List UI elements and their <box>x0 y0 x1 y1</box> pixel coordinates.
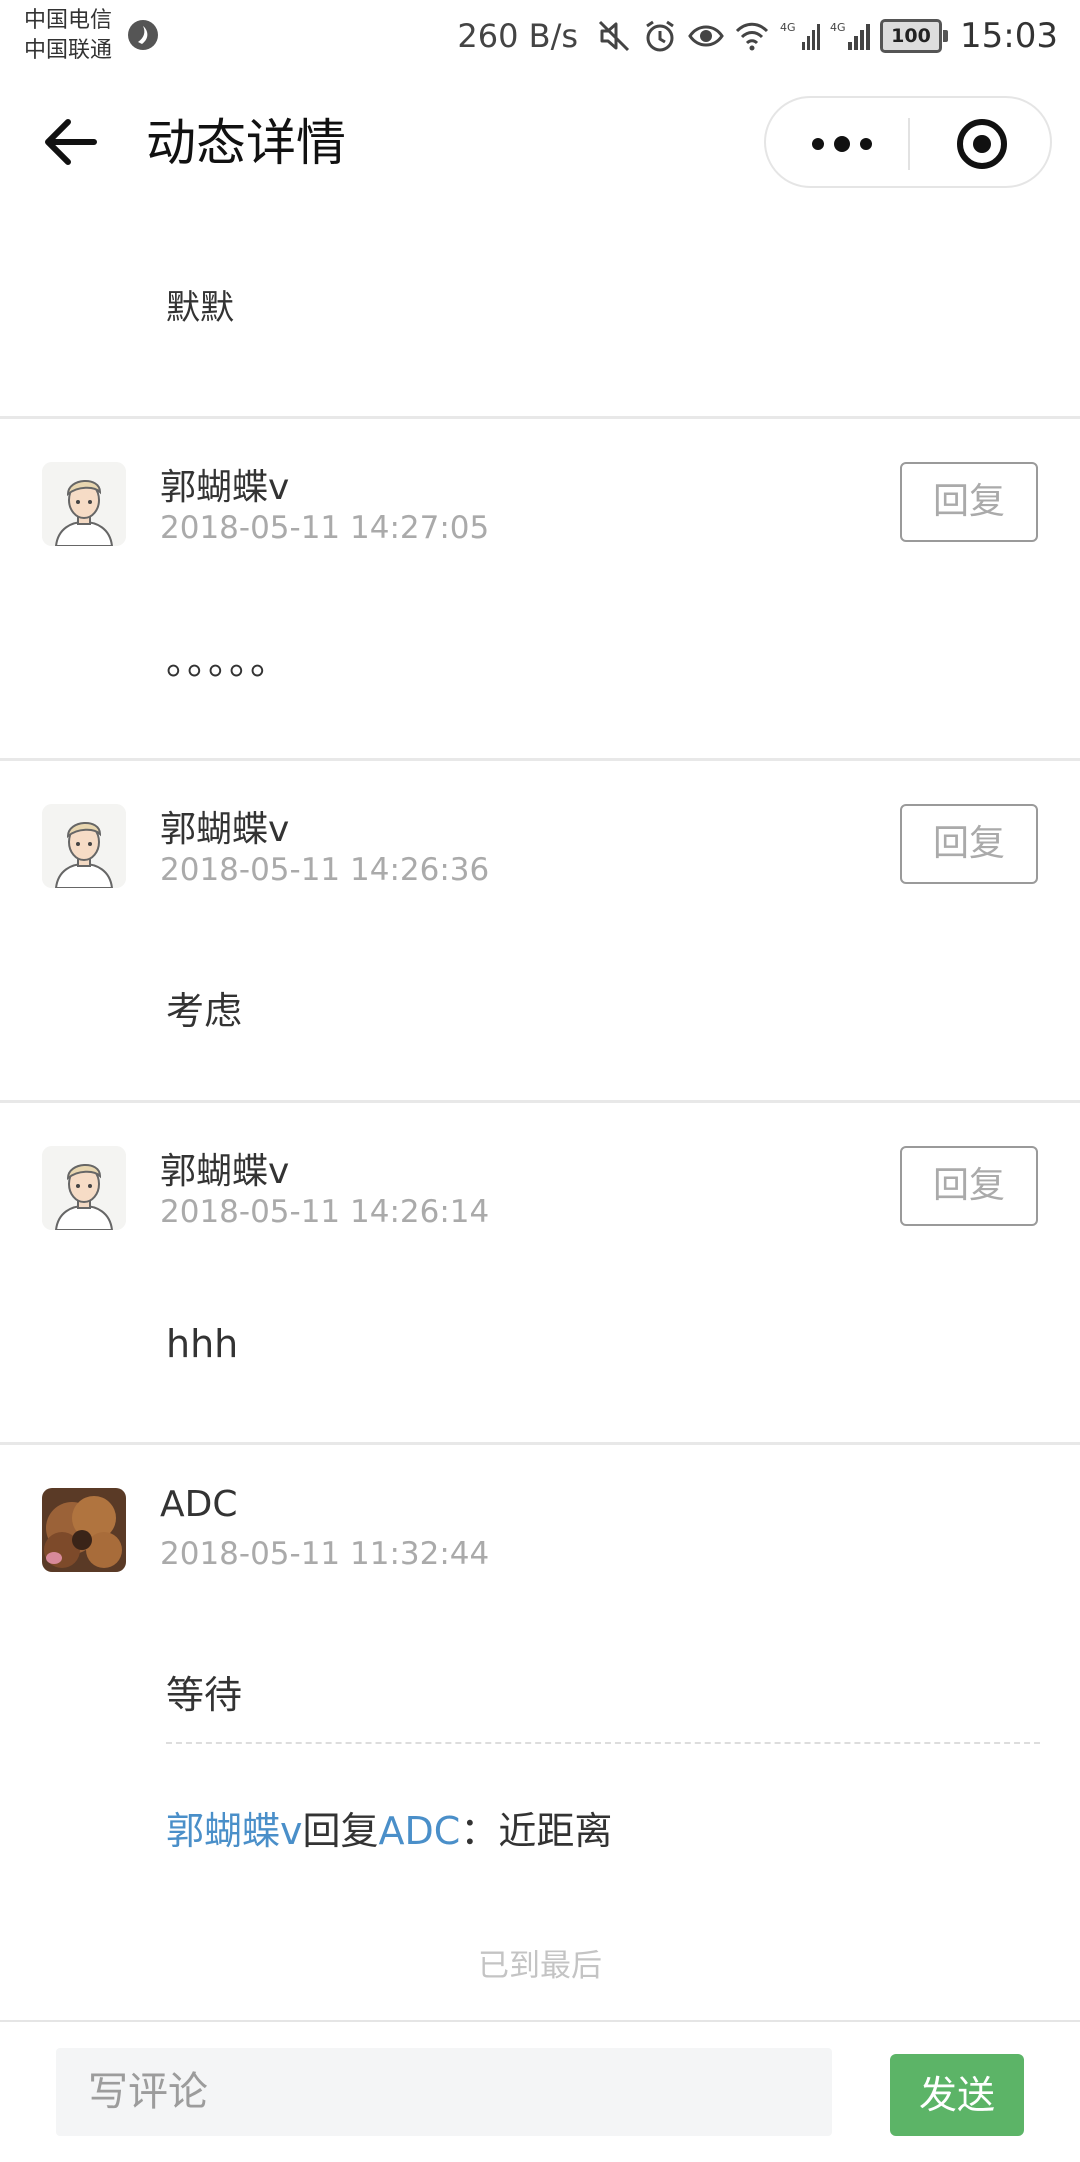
comment-composer: 发送 <box>0 2020 1080 2162</box>
sub-reply-verb: 回复 <box>302 1809 379 1853</box>
cartoon-man-avatar-icon <box>42 462 126 546</box>
status-icons: 260 B/s 4G 4G 100 15:03 <box>457 14 1058 58</box>
avatar[interactable] <box>42 1488 126 1572</box>
comment-timestamp: 2018-05-11 11:32:44 <box>160 1536 490 1572</box>
comment-timestamp: 2018-05-11 14:26:36 <box>160 852 490 888</box>
comment-author[interactable]: 郭蝴蝶v <box>160 800 289 852</box>
comment-timestamp: 2018-05-11 14:27:05 <box>160 510 490 546</box>
send-button[interactable]: 发送 <box>890 2054 1024 2136</box>
menu-capsule <box>764 96 1052 188</box>
network-speed: 260 B/s <box>457 17 579 55</box>
comment-item: 郭蝴蝶v 2018-05-11 14:26:14 回复 hhh <box>0 1102 1080 1442</box>
signal-icon-2: 4G <box>830 21 871 50</box>
avatar[interactable] <box>42 1146 126 1230</box>
avatar[interactable] <box>42 462 126 546</box>
sub-reply-colon: ： <box>460 1809 499 1853</box>
sub-reply: 郭蝴蝶v回复ADC：近距离 <box>166 1800 612 1855</box>
more-dots-icon[interactable] <box>806 118 878 170</box>
comment-item: 郭蝴蝶v 2018-05-11 14:27:05 回复 。。。。。 <box>0 418 1080 758</box>
signal-icon-1: 4G <box>780 21 821 50</box>
post-content: 默默 <box>166 288 234 328</box>
eye-icon <box>688 25 724 47</box>
comment-author[interactable]: 郭蝴蝶v <box>160 1142 289 1194</box>
page-title: 动态详情 <box>146 114 346 172</box>
carrier-name-1: 中国电信 <box>24 8 113 33</box>
comment-text: 等待 <box>166 1673 243 1717</box>
status-bar: 中国电信 中国联通 260 B/s 4G 4G 100 15:03 <box>0 0 1080 72</box>
sub-reply-target-link[interactable]: ADC <box>379 1809 461 1853</box>
clock-time: 15:03 <box>960 16 1058 56</box>
alarm-icon <box>646 20 674 52</box>
comment-input[interactable] <box>56 2048 832 2136</box>
sub-reply-text: 近距离 <box>498 1809 613 1853</box>
sub-reply-separator <box>166 1742 1040 1744</box>
cartoon-man-avatar-icon <box>42 1146 126 1230</box>
arrow-left-icon[interactable] <box>42 116 100 168</box>
carrier-name-2: 中国联通 <box>24 38 113 63</box>
cartoon-man-avatar-icon <box>42 804 126 888</box>
carrier-info: 中国电信 中国联通 <box>24 6 112 66</box>
comment-item: ADC 2018-05-11 11:32:44 等待 <box>0 1444 1080 1784</box>
svg-text:4G: 4G <box>780 21 796 34</box>
reply-button[interactable]: 回复 <box>900 462 1038 542</box>
comment-author[interactable]: 郭蝴蝶v <box>160 458 289 510</box>
sub-reply-author-link[interactable]: 郭蝴蝶v <box>166 1809 303 1853</box>
reply-button[interactable]: 回复 <box>900 804 1038 884</box>
avatar[interactable] <box>42 804 126 888</box>
target-circle-icon[interactable] <box>954 116 1010 172</box>
comment-item: 郭蝴蝶v 2018-05-11 14:26:36 回复 考虑 <box>0 760 1080 1100</box>
battery-icon: 100 <box>880 19 949 53</box>
comment-timestamp: 2018-05-11 14:26:14 <box>160 1194 490 1230</box>
reply-button[interactable]: 回复 <box>900 1146 1038 1226</box>
dog-photo-avatar-icon <box>42 1488 126 1572</box>
comment-text: 考虑 <box>166 989 243 1033</box>
comment-text: hhh <box>166 1322 239 1366</box>
comment-author[interactable]: ADC <box>160 1484 237 1525</box>
wifi-icon <box>735 22 769 51</box>
comment-text: 。。。。。 <box>166 639 291 683</box>
capsule-divider <box>908 118 910 170</box>
carrier-logo-icon <box>128 20 158 50</box>
end-of-list-text: 已到最后 <box>478 1948 602 1984</box>
mute-icon <box>598 20 630 52</box>
svg-text:4G: 4G <box>830 21 846 34</box>
navigation-bar: 动态详情 <box>0 72 1080 214</box>
